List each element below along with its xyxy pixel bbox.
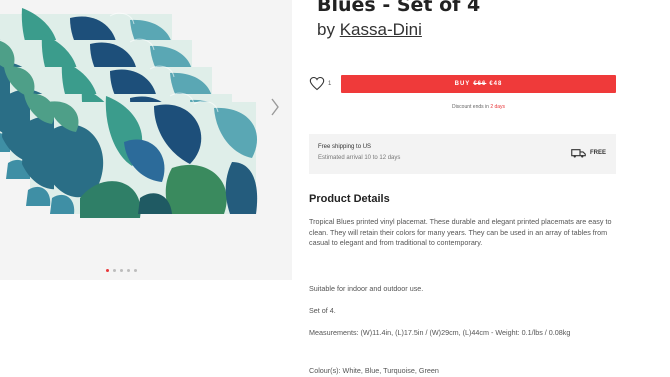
gallery-dot[interactable] (127, 269, 130, 272)
details-heading: Product Details (309, 193, 390, 205)
free-shipping-badge: FREE (571, 148, 606, 158)
discount-days: 2 days (490, 104, 506, 110)
discount-notice: Discount ends in 2 days (341, 104, 616, 110)
discount-text: Discount ends in (451, 104, 489, 110)
details-measurements: Measurements: (W)11.4in, (L)17.5in / (W)… (309, 328, 571, 337)
shipping-panel: Free shipping to US Estimated arrival 10… (309, 134, 616, 174)
gallery-pagination (106, 269, 137, 272)
favorite-button[interactable]: 1 (309, 76, 331, 91)
byline-prefix: by (317, 20, 335, 39)
old-price: €66 (473, 81, 487, 87)
product-gallery (0, 0, 292, 280)
free-label: FREE (589, 150, 606, 156)
heart-outline-icon (309, 76, 325, 91)
details-usage: Suitable for indoor and outdoor use. (309, 284, 424, 293)
details-set-size: Set of 4. (309, 306, 336, 315)
buy-label: BUY (454, 81, 471, 87)
shipping-destination: Free shipping to US (318, 144, 372, 150)
sale-price: €48 (489, 81, 503, 87)
truck-icon (571, 149, 586, 158)
gallery-dot[interactable] (120, 269, 123, 272)
buy-button[interactable]: BUY €66 €48 (341, 75, 616, 93)
product-image[interactable] (0, 0, 292, 280)
gallery-dot[interactable] (134, 269, 137, 272)
shop-link[interactable]: Kassa-Dini (340, 20, 422, 39)
product-byline: by Kassa-Dini (317, 20, 422, 40)
shipping-estimate: Estimated arrival 10 to 12 days (318, 155, 401, 161)
gallery-dot[interactable] (106, 269, 109, 272)
chevron-right-icon (271, 98, 279, 116)
gallery-next-button[interactable] (262, 92, 288, 122)
product-title: Blues - Set of 4 (317, 0, 481, 16)
details-colours: Colour(s): White, Blue, Turquoise, Green (309, 366, 439, 375)
gallery-dot[interactable] (113, 269, 116, 272)
favorite-count: 1 (328, 80, 332, 87)
details-description: Tropical Blues printed vinyl placemat. T… (309, 217, 612, 248)
